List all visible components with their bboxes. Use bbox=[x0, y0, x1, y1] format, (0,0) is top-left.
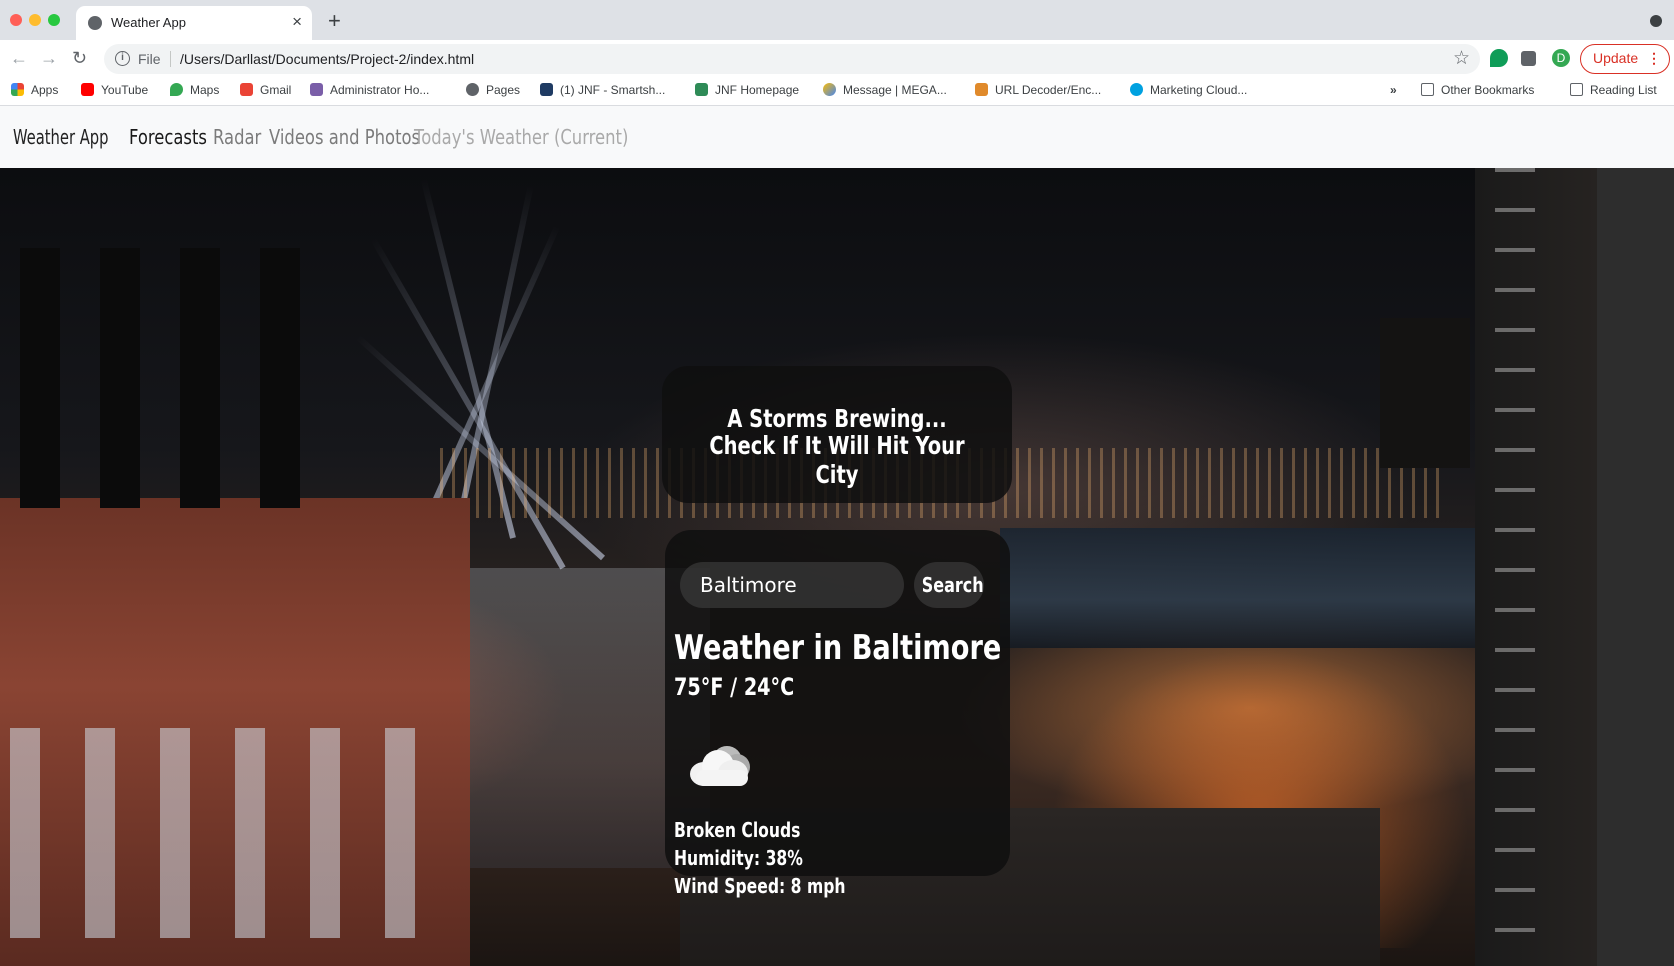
reading-list-icon bbox=[1570, 83, 1583, 96]
globe-icon bbox=[466, 83, 479, 96]
nav-link-radar[interactable]: Radar bbox=[213, 125, 261, 149]
far-tower bbox=[1380, 318, 1470, 468]
bookmark-label: Apps bbox=[31, 83, 59, 97]
bookmark-label: Marketing Cloud... bbox=[1150, 83, 1248, 97]
bookmark-label: (1) JNF - Smartsh... bbox=[560, 83, 666, 97]
tab-close-icon[interactable]: × bbox=[292, 12, 302, 32]
bookmark-url-decoder[interactable]: URL Decoder/Enc... bbox=[975, 83, 1101, 97]
update-button[interactable]: Update ⋮ bbox=[1580, 44, 1670, 74]
url-separator bbox=[170, 51, 171, 67]
bookmark-label: Reading List bbox=[1590, 83, 1657, 97]
bookmark-label: Pages bbox=[486, 83, 521, 97]
right-tower bbox=[1475, 168, 1597, 966]
window-close-button[interactable] bbox=[10, 14, 22, 26]
smartsheet-icon bbox=[540, 83, 553, 96]
address-bar[interactable]: i File /Users/Darllast/Documents/Project… bbox=[104, 44, 1480, 74]
search-button-label: Search bbox=[921, 573, 984, 597]
folder-icon bbox=[1421, 83, 1434, 96]
bookmark-label: JNF Homepage bbox=[715, 83, 800, 97]
search-button[interactable]: Search bbox=[914, 562, 984, 608]
back-icon[interactable]: ← bbox=[10, 47, 28, 69]
smokestacks bbox=[20, 248, 340, 508]
forward-icon[interactable]: → bbox=[40, 47, 58, 69]
city-search-input[interactable] bbox=[680, 562, 904, 608]
admin-icon bbox=[310, 83, 323, 96]
extensions-puzzle-icon[interactable] bbox=[1521, 51, 1536, 66]
weather-humidity: Humidity: 38% bbox=[674, 846, 803, 870]
cloud-icon bbox=[1130, 83, 1143, 96]
nav-link-todays-weather: Today's Weather (Current) bbox=[414, 125, 629, 149]
weather-title: Weather in Baltimore bbox=[674, 628, 1002, 668]
bookmark-label: Gmail bbox=[260, 83, 292, 97]
bookmarks-bar: Apps YouTube Maps Gmail Administrator Ho… bbox=[0, 78, 1674, 106]
reload-icon[interactable]: ↻ bbox=[72, 47, 87, 69]
bookmark-marketing-cloud[interactable]: Marketing Cloud... bbox=[1130, 83, 1247, 97]
browser-tab[interactable]: Weather App × bbox=[76, 6, 312, 40]
browser-toolbar: ← → ↻ i File /Users/Darllast/Documents/P… bbox=[0, 40, 1674, 78]
bookmark-youtube[interactable]: YouTube bbox=[81, 83, 148, 97]
bookmark-admin[interactable]: Administrator Ho... bbox=[310, 83, 429, 97]
new-tab-button[interactable]: + bbox=[328, 9, 341, 33]
tab-search-icon[interactable] bbox=[1650, 15, 1662, 27]
bookmark-pages[interactable]: Pages bbox=[466, 83, 520, 97]
nav-link-videos-photos[interactable]: Videos and Photos bbox=[269, 125, 420, 149]
url-scheme: File bbox=[138, 51, 161, 67]
youtube-icon bbox=[81, 83, 94, 96]
url-text[interactable]: /Users/Darllast/Documents/Project-2/inde… bbox=[180, 51, 474, 67]
broken-clouds-icon bbox=[688, 740, 764, 788]
harbor-water bbox=[1000, 528, 1480, 648]
weather-description: Broken Clouds bbox=[674, 818, 801, 842]
site-brand[interactable]: Weather App bbox=[13, 125, 109, 149]
globe-icon bbox=[88, 16, 102, 30]
power-plant-windows bbox=[10, 728, 450, 938]
tab-title: Weather App bbox=[111, 15, 186, 30]
update-label: Update bbox=[1593, 50, 1639, 66]
more-bookmarks-button[interactable]: » bbox=[1390, 83, 1397, 97]
browser-tabstrip: Weather App × + bbox=[0, 0, 1674, 40]
bookmark-label: YouTube bbox=[101, 83, 149, 97]
mega-icon bbox=[823, 83, 836, 96]
more-menu-icon[interactable]: ⋮ bbox=[1647, 45, 1661, 72]
extension-green-icon[interactable] bbox=[1490, 49, 1508, 67]
bookmark-smartsheet[interactable]: (1) JNF - Smartsh... bbox=[540, 83, 665, 97]
bookmark-label: Message | MEGA... bbox=[843, 83, 947, 97]
page-right-gutter bbox=[1597, 168, 1674, 966]
right-tower-lights bbox=[1495, 168, 1535, 966]
reading-list[interactable]: Reading List bbox=[1570, 83, 1657, 97]
weather-temperature: 75°F / 24°C bbox=[674, 673, 795, 701]
weather-wind: Wind Speed: 8 mph bbox=[674, 874, 846, 898]
bookmark-apps[interactable]: Apps bbox=[11, 83, 58, 97]
bookmark-jnf-homepage[interactable]: JNF Homepage bbox=[695, 83, 799, 97]
other-bookmarks[interactable]: Other Bookmarks bbox=[1421, 83, 1534, 97]
window-minimize-button[interactable] bbox=[29, 14, 41, 26]
bookmark-mega[interactable]: Message | MEGA... bbox=[823, 83, 947, 97]
headline-panel: A Storms Brewing... Check If It Will Hit… bbox=[662, 366, 1012, 503]
bookmark-star-icon[interactable]: ☆ bbox=[1453, 47, 1470, 70]
gmail-icon bbox=[240, 83, 253, 96]
profile-avatar[interactable]: D bbox=[1552, 49, 1570, 67]
window-zoom-button[interactable] bbox=[48, 14, 60, 26]
headline-line-2: Check If It Will Hit Your City bbox=[709, 431, 965, 489]
nav-link-forecasts[interactable]: Forecasts bbox=[129, 125, 207, 149]
headline-line-1: A Storms Brewing... bbox=[727, 404, 947, 433]
site-navbar: Weather App Forecasts Radar Videos and P… bbox=[0, 106, 1674, 168]
apps-grid-icon bbox=[11, 83, 24, 96]
info-icon[interactable]: i bbox=[115, 51, 130, 66]
decoder-icon bbox=[975, 83, 988, 96]
shield-icon bbox=[695, 83, 708, 96]
bookmark-label: URL Decoder/Enc... bbox=[995, 83, 1102, 97]
maps-pin-icon bbox=[170, 83, 183, 96]
bookmark-label: Administrator Ho... bbox=[330, 83, 430, 97]
bookmark-gmail[interactable]: Gmail bbox=[240, 83, 291, 97]
bookmark-maps[interactable]: Maps bbox=[170, 83, 219, 97]
bookmark-label: Other Bookmarks bbox=[1441, 83, 1535, 97]
bookmark-label: Maps bbox=[190, 83, 220, 97]
